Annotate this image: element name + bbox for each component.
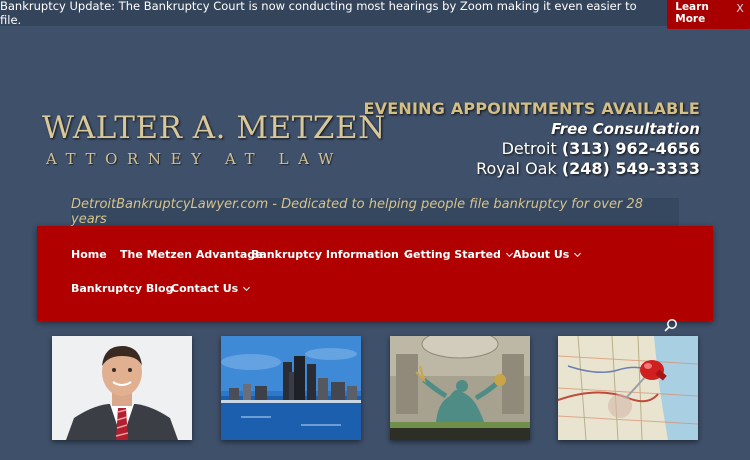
office-city: Royal Oak: [476, 159, 557, 178]
office-detroit: Detroit (313) 962-4656: [364, 139, 700, 158]
nav-item-bankruptcy-blog[interactable]: Bankruptcy Blog: [71, 282, 173, 295]
office-royal-oak: Royal Oak (248) 549-3333: [364, 159, 700, 178]
evening-appointments: EVENING APPOINTMENTS AVAILABLE: [363, 99, 700, 118]
nav-item-home[interactable]: Home: [71, 248, 107, 261]
nav-item-getting-started[interactable]: Getting Started: [404, 248, 513, 261]
nav-item-label: The Metzen Advantage: [120, 248, 263, 261]
detroit-skyline-image[interactable]: [221, 336, 361, 440]
nav-item-contact-us[interactable]: Contact Us: [171, 282, 251, 295]
nav-item-about-us[interactable]: About Us: [513, 248, 582, 261]
notice-bar: Bankruptcy Update: The Bankruptcy Court …: [0, 0, 750, 29]
office-city: Detroit: [501, 139, 557, 158]
notice-message: Bankruptcy Update: The Bankruptcy Court …: [0, 0, 637, 27]
main-nav: Home The Metzen Advantage Bankruptcy Inf…: [37, 226, 713, 321]
chevron-down-icon: [243, 283, 251, 291]
nav-item-label: About Us: [513, 248, 570, 261]
nav-item-label: Home: [71, 248, 107, 261]
tagline: DetroitBankruptcyLawyer.com - Dedicated …: [71, 197, 679, 227]
attorney-portrait-image[interactable]: [52, 336, 192, 440]
logo-subtitle: ATTORNEY AT LAW: [46, 150, 344, 168]
free-consultation: Free Consultation: [551, 120, 700, 138]
contact-block: EVENING APPOINTMENTS AVAILABLE Free Cons…: [364, 99, 700, 178]
nav-item-metzen-advantage[interactable]: The Metzen Advantage: [120, 248, 263, 261]
nav-item-label: Getting Started: [404, 248, 501, 261]
nav-item-label: Bankruptcy Information: [251, 248, 399, 261]
search-icon[interactable]: [664, 318, 678, 332]
nav-item-label: Bankruptcy Blog: [71, 282, 174, 295]
chevron-down-icon: [505, 249, 513, 257]
logo-name[interactable]: WALTER A. METZEN: [42, 110, 386, 146]
close-icon[interactable]: X: [734, 3, 746, 15]
nav-item-label: Contact Us: [171, 282, 239, 295]
detroit-map-pin-image[interactable]: [558, 336, 698, 440]
chevron-down-icon: [574, 249, 582, 257]
office-phone[interactable]: (248) 549-3333: [562, 159, 700, 178]
nav-item-bankruptcy-information[interactable]: Bankruptcy Information: [251, 248, 411, 261]
spirit-of-detroit-image[interactable]: [390, 336, 530, 440]
office-phone[interactable]: (313) 962-4656: [562, 139, 700, 158]
